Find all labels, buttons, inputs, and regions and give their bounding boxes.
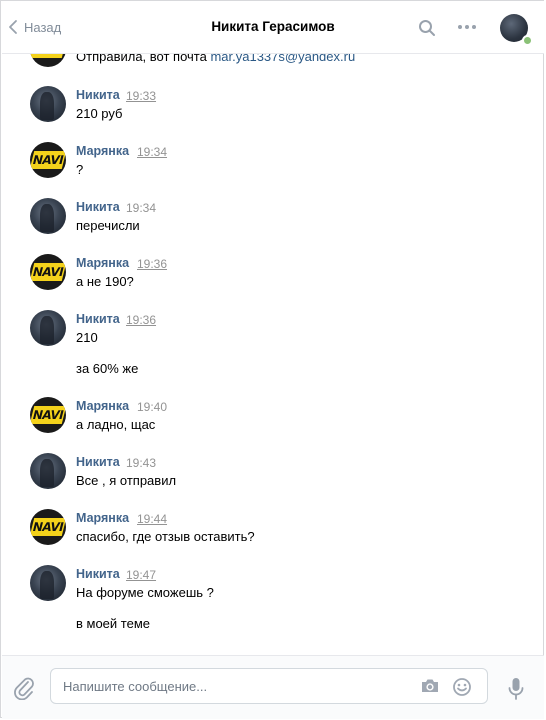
message-author[interactable]: Никита	[76, 200, 120, 214]
avatar[interactable]: NAVI	[30, 53, 66, 67]
message-text: ?	[76, 162, 84, 177]
paperclip-icon[interactable]	[13, 676, 35, 700]
more-icon[interactable]	[457, 24, 477, 30]
microphone-icon[interactable]	[508, 677, 524, 701]
message-time[interactable]: 19:36	[126, 313, 156, 327]
message-time[interactable]: 19:34	[126, 201, 156, 215]
message-text: спасибо, где отзыв оставить?	[76, 529, 255, 544]
message-author[interactable]: Никита	[76, 312, 120, 326]
navi-logo: NAVI	[30, 263, 66, 281]
back-button[interactable]: Назад	[8, 15, 61, 39]
navi-logo: NAVI	[30, 406, 66, 424]
message-text: перечисли	[76, 218, 140, 233]
camera-icon[interactable]	[420, 678, 440, 694]
message-text: за 60% же	[76, 361, 139, 376]
message-history[interactable]: NAVI Отправила, вот почта mar.ya1337s@ya…	[2, 53, 544, 655]
message-author[interactable]: Марянка	[76, 256, 129, 270]
dialog-header: Назад Никита Герасимов	[2, 1, 544, 54]
message-text: в моей теме	[76, 616, 150, 631]
avatar[interactable]: NAVI	[30, 509, 66, 545]
message-text: Все , я отправил	[76, 473, 177, 488]
smile-icon[interactable]	[452, 677, 472, 697]
message-time[interactable]: 19:44	[137, 512, 167, 526]
dialog-window: Назад Никита Герасимов NAVI Отправила, в…	[0, 0, 544, 719]
avatar[interactable]: NAVI	[30, 254, 66, 290]
message-text: На форуме сможешь ?	[76, 585, 214, 600]
message-time[interactable]: 19:40	[137, 400, 167, 414]
navi-logo: NAVI	[30, 151, 66, 169]
message-time[interactable]: 19:33	[126, 89, 156, 103]
message-time[interactable]: 19:36	[137, 257, 167, 271]
message-author[interactable]: Марянка	[76, 144, 129, 158]
message-text: а не 190?	[76, 274, 134, 289]
navi-logo: NAVI	[30, 518, 66, 536]
avatar[interactable]: NAVI	[30, 142, 66, 178]
message-time[interactable]: 19:34	[137, 145, 167, 159]
message-time[interactable]: 19:47	[126, 568, 156, 582]
chevron-left-icon	[9, 20, 17, 34]
back-label: Назад	[24, 19, 62, 35]
avatar[interactable]: NAVI	[30, 397, 66, 433]
avatar[interactable]	[30, 565, 66, 601]
search-icon[interactable]	[418, 19, 436, 37]
avatar[interactable]	[30, 86, 66, 122]
avatar[interactable]	[30, 310, 66, 346]
message-text: 210	[76, 330, 98, 345]
email-link[interactable]: mar.ya1337s@yandex.ru	[210, 53, 355, 64]
message-time[interactable]: 19:43	[126, 456, 156, 470]
message-author[interactable]: Марянка	[76, 399, 129, 413]
message-text: 210 руб	[76, 106, 123, 121]
message-input-placeholder: Напишите сообщение...	[63, 679, 208, 694]
message-composer: Напишите сообщение...	[2, 655, 544, 719]
online-indicator	[522, 35, 533, 46]
message-author[interactable]: Никита	[76, 455, 120, 469]
message-text: Отправила, вот почта mar.ya1337s@yandex.…	[76, 53, 355, 64]
message-text: а ладно, щас	[76, 417, 156, 432]
avatar[interactable]	[30, 453, 66, 489]
message-input[interactable]: Напишите сообщение...	[50, 668, 488, 704]
message-author[interactable]: Никита	[76, 88, 120, 102]
message-author[interactable]: Никита	[76, 567, 120, 581]
message-author[interactable]: Марянка	[76, 511, 129, 525]
avatar[interactable]	[30, 198, 66, 234]
